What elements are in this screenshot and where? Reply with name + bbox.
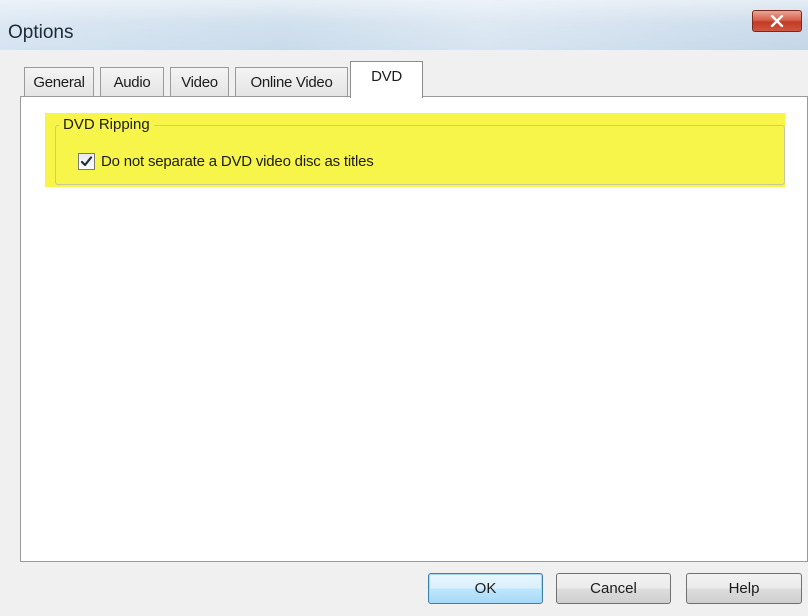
tab-general[interactable]: General: [24, 67, 94, 97]
tab-audio[interactable]: Audio: [100, 67, 164, 97]
tab-online-video[interactable]: Online Video: [235, 67, 348, 97]
close-icon: [770, 15, 784, 27]
help-button[interactable]: Help: [686, 573, 802, 604]
checkmark-icon: [80, 155, 93, 166]
group-label: DVD Ripping: [59, 116, 154, 133]
window-title: Options: [8, 22, 74, 43]
checkbox-label[interactable]: Do not separate a DVD video disc as titl…: [101, 153, 374, 170]
tab-panel-dvd: DVD Ripping Do not separate a DVD video …: [20, 96, 808, 562]
title-bar[interactable]: Options: [0, 0, 808, 50]
ok-button[interactable]: OK: [428, 573, 543, 604]
tab-dvd[interactable]: DVD: [350, 61, 423, 98]
separate-titles-option[interactable]: Do not separate a DVD video disc as titl…: [78, 150, 374, 172]
cancel-button[interactable]: Cancel: [556, 573, 671, 604]
tab-video[interactable]: Video: [170, 67, 229, 97]
separate-titles-checkbox[interactable]: [78, 152, 95, 170]
title-bar-glass: [0, 0, 808, 50]
options-dialog: Options General Audio Video Online Video…: [0, 0, 808, 616]
close-button[interactable]: [752, 10, 802, 32]
